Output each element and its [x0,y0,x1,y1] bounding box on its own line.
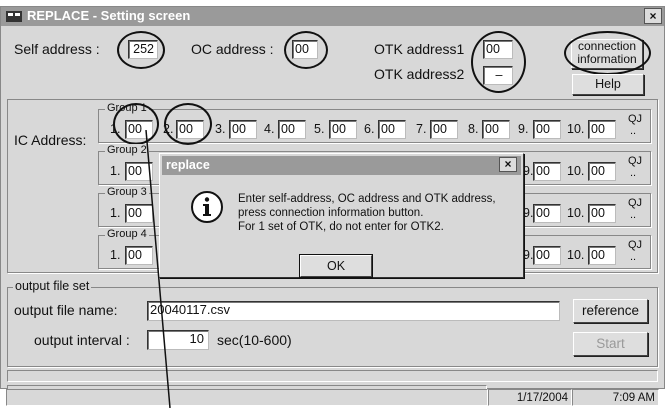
group-2-suffix-dots: .. [630,167,637,179]
app-icon [6,11,22,22]
group-3-input-9[interactable]: 00 [533,204,561,223]
group-1-num-7: 7. [416,122,427,136]
group-1-num-5: 5. [314,122,325,136]
output-interval-label: output interval : [34,332,130,348]
group-4-suffix-dots: .. [630,251,637,263]
status-pane-main-bottom [6,389,488,406]
group-1-input-9[interactable]: 00 [533,120,561,139]
group-4-num-10: 10. [567,248,585,262]
group-1-input-7[interactable]: 00 [430,120,458,139]
oc-address-label: OC address : [191,41,274,57]
group-1-input-5[interactable]: 00 [329,120,357,139]
group-2-input-9[interactable]: 00 [533,162,561,181]
dialog-message-line-3: For 1 set of OTK, do not enter for OTK2. [238,221,444,233]
group-1-num-9: 9. [518,122,529,136]
dialog-title-bar[interactable]: replace × [162,156,521,175]
group-1-num-6: 6. [364,122,375,136]
highlight-ring-oc-address [284,31,328,69]
group-3-num-10: 10. [567,206,585,220]
group-3-suffix: QJ [628,197,643,209]
group-3-num-1: 1. [110,206,121,220]
group-2-suffix: QJ [628,155,643,167]
replace-dialog: replace × Enter self-address, OC address… [159,153,524,278]
dialog-message: Enter self-address, OC address and OTK a… [238,192,496,234]
group-1-suffix-dots: .. [630,125,637,137]
status-time: 7:09 AM [572,389,659,406]
group-4-suffix: QJ [628,239,643,251]
window-title: REPLACE - Setting screen [27,8,191,23]
group-1-num-3: 3. [215,122,226,136]
group-4-input-10[interactable]: 00 [588,246,616,265]
group-2-num-1: 1. [110,164,121,178]
group-2-input-10[interactable]: 00 [588,162,616,181]
group-1-suffix: QJ [628,113,643,125]
highlight-ring-self-address [117,31,165,69]
group-3-num-9: 9. [523,206,534,220]
group-1-input-6[interactable]: 00 [378,120,406,139]
highlight-ring-connection [564,31,651,75]
dialog-message-line-1: Enter self-address, OC address and OTK a… [238,193,496,205]
group-4-num-9: 9. [523,248,534,262]
window-close-button[interactable]: × [644,8,662,24]
ic-address-label: IC Address: [14,132,87,148]
output-file-set-caption: output file set [13,279,92,293]
dialog-ok-button[interactable]: OK [299,254,373,278]
progress-bar [7,370,658,382]
group-1-num-4: 4. [264,122,275,136]
self-address-label: Self address : [14,41,100,57]
dialog-close-button[interactable]: × [499,157,517,172]
reference-button[interactable]: reference [573,299,648,323]
info-icon [191,191,223,223]
highlight-ring-otk-address [471,31,526,93]
output-file-set-frame [7,287,658,367]
main-window: REPLACE - Setting screen × Self address … [0,6,665,390]
group-2-num-10: 10. [567,164,585,178]
status-date: 1/17/2004 [488,389,572,406]
help-button[interactable]: Help [572,74,644,95]
group-1-input-4[interactable]: 00 [278,120,306,139]
dialog-message-line-2: press connection information button. [238,207,424,219]
output-interval-unit: sec(10-600) [217,332,292,348]
group-3-input-10[interactable]: 00 [588,204,616,223]
group-4-num-1: 1. [110,248,121,262]
otk-address1-label: OTK address1 [374,41,465,57]
callout-line [145,130,171,408]
group-2-num-9: 9. [523,164,534,178]
otk-address2-label: OTK address2 [374,66,465,82]
output-file-name-label: output file name: [14,302,118,318]
title-bar[interactable]: REPLACE - Setting screen × [1,7,664,26]
group-1-input-8[interactable]: 00 [482,120,510,139]
output-file-name-input[interactable]: 20040117.csv [147,301,560,321]
group-1-input-3[interactable]: 00 [229,120,257,139]
group-3-suffix-dots: .. [630,209,637,221]
group-4-input-9[interactable]: 00 [533,246,561,265]
start-button[interactable]: Start [573,332,648,356]
group-1-num-10: 10. [567,122,585,136]
group-1-num-8: 8. [468,122,479,136]
group-1-input-10[interactable]: 00 [588,120,616,139]
